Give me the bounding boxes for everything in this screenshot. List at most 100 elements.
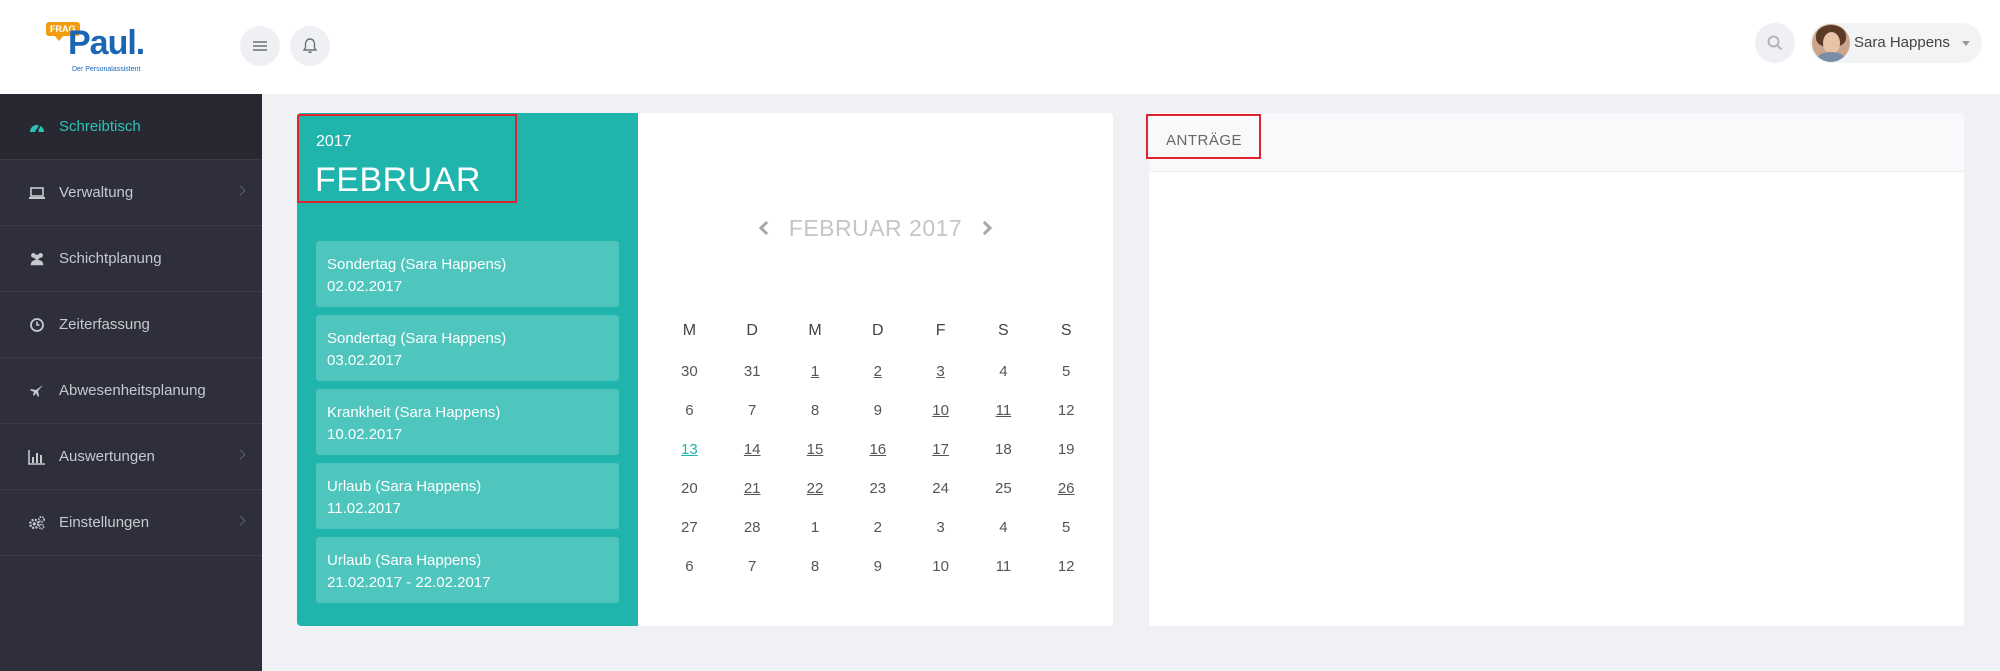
chevron-left-icon[interactable] (758, 220, 773, 236)
calendar-event[interactable]: Sondertag (Sara Happens) 02.02.2017 (316, 241, 619, 307)
calendar-day[interactable]: 10 (909, 558, 972, 575)
calendar-day[interactable]: 5 (1035, 363, 1098, 380)
calendar-day[interactable]: 1 (784, 519, 847, 536)
calendar-day[interactable]: 7 (721, 558, 784, 575)
logo-name: Paul. (68, 24, 145, 62)
gears-icon (28, 514, 46, 532)
sidebar-item-label: Auswertungen (59, 448, 155, 465)
event-date: 11.02.2017 (327, 500, 401, 517)
calendar-event[interactable]: Sondertag (Sara Happens) 03.02.2017 (316, 315, 619, 381)
weekday-label: M (808, 322, 822, 339)
event-date: 03.02.2017 (327, 352, 403, 369)
calendar-day[interactable]: 6 (658, 558, 721, 575)
calendar-day[interactable]: 11 (972, 558, 1035, 575)
sidebar: Schreibtisch Verwaltung Schichtplanung Z… (0, 94, 262, 671)
menu-toggle-button[interactable] (240, 26, 280, 66)
sidebar-item-verwaltung[interactable]: Verwaltung (0, 160, 262, 226)
calendar-day[interactable]: 5 (1035, 519, 1098, 536)
event-title: Sondertag (Sara Happens) (327, 330, 507, 347)
month-calendar: FEBRUAR 2017 M D M D F S S 30 31 1 2 3 4 5 6 7 8 9 10 11 12 1… (638, 113, 1113, 626)
calendar-day[interactable]: 17 (909, 441, 972, 458)
sidebar-item-label: Verwaltung (59, 184, 134, 201)
event-title: Sondertag (Sara Happens) (327, 256, 507, 273)
weekday-label: M (682, 322, 697, 339)
calendar-day[interactable]: 12 (1035, 402, 1098, 419)
sidebar-item-label: Zeiterfassung (59, 316, 150, 333)
calendar-day[interactable]: 24 (909, 480, 972, 497)
calendar-day[interactable]: 8 (784, 558, 847, 575)
calendar-day[interactable]: 10 (909, 402, 972, 419)
calendar-day[interactable]: 30 (658, 363, 721, 380)
calendar-navigation: FEBRUAR 2017 (638, 213, 1113, 243)
sidebar-item-abwesenheitsplanung[interactable]: Abwesenheitsplanung (0, 358, 262, 424)
bar-chart-icon (28, 448, 46, 466)
calendar-day[interactable]: 1 (784, 363, 847, 380)
calendar-day[interactable]: 20 (658, 480, 721, 497)
bell-icon (301, 37, 319, 55)
calendar-day[interactable]: 19 (1035, 441, 1098, 458)
calendar-day[interactable]: 18 (972, 441, 1035, 458)
chevron-right-icon (235, 449, 246, 460)
user-menu[interactable]: Sara Happens (1810, 23, 1982, 63)
calendar-day[interactable]: 12 (1035, 558, 1098, 575)
calendar-day[interactable]: 9 (846, 402, 909, 419)
highlight-box (297, 114, 517, 203)
calendar-day[interactable]: 16 (846, 441, 909, 458)
weekday-label: D (746, 322, 758, 339)
calendar-day[interactable]: 9 (846, 558, 909, 575)
calendar-event[interactable]: Krankheit (Sara Happens) 10.02.2017 (316, 389, 619, 455)
sidebar-item-schreibtisch[interactable]: Schreibtisch (0, 94, 262, 160)
calendar-day[interactable]: 14 (721, 441, 784, 458)
event-date: 02.02.2017 (327, 278, 403, 295)
calendar-day[interactable]: 28 (721, 519, 784, 536)
calendar-day[interactable]: 7 (721, 402, 784, 419)
search-icon (1766, 34, 1784, 52)
frag-paul-logo[interactable]: FRAG Paul. Der Personalassistent (46, 22, 156, 76)
plane-icon (28, 382, 46, 400)
calendar-day[interactable]: 22 (784, 480, 847, 497)
calendar-week-row: 6 7 8 9 10 11 12 (658, 391, 1098, 430)
weekday-label: F (935, 322, 946, 339)
calendar-event[interactable]: Urlaub (Sara Happens) 11.02.2017 (316, 463, 619, 529)
sidebar-item-label: Schichtplanung (59, 250, 162, 267)
calendar-week-row: 27 28 1 2 3 4 5 (658, 508, 1098, 547)
requests-header: ANTRÄGE (1149, 113, 1964, 172)
sidebar-item-einstellungen[interactable]: Einstellungen (0, 490, 262, 556)
clock-icon (28, 316, 46, 334)
caret-down-icon (1962, 41, 1970, 46)
calendar-day[interactable]: 3 (909, 363, 972, 380)
calendar-day[interactable]: 13 (658, 441, 721, 458)
calendar-day[interactable]: 4 (972, 519, 1035, 536)
calendar-day[interactable]: 8 (784, 402, 847, 419)
calendar-day[interactable]: 21 (721, 480, 784, 497)
weekday-label: S (998, 322, 1009, 339)
notifications-button[interactable] (290, 26, 330, 66)
calendar-day[interactable]: 6 (658, 402, 721, 419)
logo-tagline: Der Personalassistent (72, 66, 141, 73)
top-bar: FRAG Paul. Der Personalassistent Sara Ha… (0, 0, 2000, 94)
calendar-day[interactable]: 3 (909, 519, 972, 536)
calendar-day[interactable]: 23 (846, 480, 909, 497)
calendar-nav-title: FEBRUAR 2017 (788, 214, 963, 241)
calendar-day[interactable]: 4 (972, 363, 1035, 380)
calendar-week-row: 20 21 22 23 24 25 26 (658, 469, 1098, 508)
chevron-right-icon[interactable] (978, 220, 993, 236)
calendar-day[interactable]: 27 (658, 519, 721, 536)
calendar-day[interactable]: 2 (846, 363, 909, 380)
calendar-event[interactable]: Urlaub (Sara Happens) 21.02.2017 - 22.02… (316, 537, 619, 603)
calendar-grid: M D M D F S S 30 31 1 2 3 4 5 6 7 8 9 10 11 12 13 14 15 16 17 18 19… (658, 310, 1098, 586)
calendar-day[interactable]: 31 (721, 363, 784, 380)
calendar-day[interactable]: 15 (784, 441, 847, 458)
calendar-day[interactable]: 26 (1035, 480, 1098, 497)
hamburger-menu-icon (252, 39, 268, 53)
event-title: Urlaub (Sara Happens) (327, 478, 482, 495)
calendar-card: 2017 FEBRUAR Sondertag (Sara Happens) 02… (297, 113, 1113, 626)
sidebar-item-schichtplanung[interactable]: Schichtplanung (0, 226, 262, 292)
calendar-day[interactable]: 2 (846, 519, 909, 536)
calendar-day[interactable]: 25 (972, 480, 1035, 497)
search-button[interactable] (1755, 23, 1795, 63)
sidebar-item-zeiterfassung[interactable]: Zeiterfassung (0, 292, 262, 358)
laptop-icon (28, 184, 46, 202)
sidebar-item-auswertungen[interactable]: Auswertungen (0, 424, 262, 490)
calendar-day[interactable]: 11 (972, 402, 1035, 419)
